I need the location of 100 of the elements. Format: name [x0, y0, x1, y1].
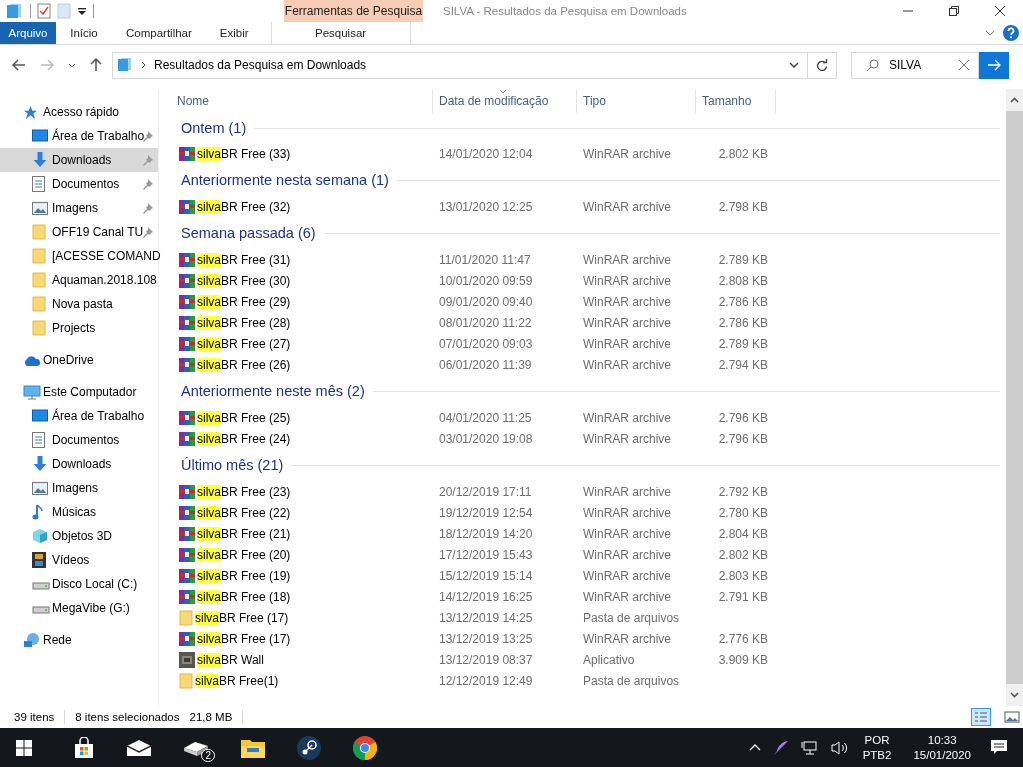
sidebar-item[interactable]: MegaVibe (G:) [0, 596, 158, 620]
keyboard-layout[interactable]: PTB2 [862, 747, 892, 763]
column-header[interactable]: Tamanho [696, 89, 776, 113]
speaker-icon[interactable] [830, 740, 849, 755]
ribbon-tab[interactable]: Exibir [205, 22, 263, 44]
sidebar-item[interactable]: Documentos [0, 428, 158, 452]
sidebar-item[interactable]: Área de Trabalho [0, 124, 158, 148]
ribbon-tab[interactable]: Compartilhar [112, 22, 206, 44]
up-arrow-icon[interactable] [90, 58, 102, 72]
file-name[interactable]: silvaBR Free (19) [197, 568, 291, 583]
group-header[interactable]: Anteriormente neste mês (2) [181, 383, 365, 399]
file-name[interactable]: silvaBR Free (17) [197, 631, 291, 646]
file-name[interactable]: silvaBR Free (29) [197, 294, 291, 309]
pin-icon[interactable] [143, 178, 153, 190]
group-header[interactable]: Semana passada (6) [181, 225, 316, 241]
sidebar-item[interactable]: Vídeos [0, 548, 158, 572]
column-header[interactable]: Nome [159, 89, 433, 113]
folder-icon[interactable] [6, 3, 24, 19]
group-header[interactable]: Anteriormente nesta semana (1) [181, 172, 389, 188]
file-name[interactable]: silvaBR Free (23) [197, 484, 291, 499]
sidebar-item[interactable]: Rede [0, 628, 158, 652]
file-name[interactable]: silvaBR Free (18) [197, 589, 291, 604]
sidebar-item[interactable]: Documentos [0, 172, 158, 196]
file-name[interactable]: silvaBR Free(1) [195, 673, 279, 688]
chevron-down-icon[interactable] [789, 62, 799, 68]
help-icon[interactable] [1003, 25, 1019, 41]
windows-start-icon[interactable] [16, 739, 32, 756]
shopping-bag-icon[interactable] [73, 736, 95, 759]
restore-icon[interactable] [949, 6, 959, 16]
search-field[interactable]: SILVA [851, 51, 979, 79]
file-explorer-icon[interactable] [241, 737, 265, 758]
file-name[interactable]: silvaBR Free (22) [197, 505, 291, 520]
pin-icon[interactable] [143, 130, 153, 142]
file-name[interactable]: silvaBR Free (21) [197, 526, 291, 541]
file-name[interactable]: silvaBR Free (26) [197, 357, 291, 372]
close-icon[interactable] [995, 6, 1005, 16]
notifications-icon[interactable] [991, 740, 1007, 755]
file-name[interactable]: silvaBR Free (17) [195, 610, 289, 625]
mail-icon[interactable] [127, 739, 151, 756]
tray-chevron-icon[interactable] [748, 744, 761, 751]
ribbon-tab[interactable]: Início [56, 22, 112, 44]
scroll-down-icon[interactable] [1010, 692, 1019, 698]
refresh-icon[interactable] [816, 58, 828, 72]
chevron-down-icon[interactable] [985, 30, 995, 36]
sidebar-item[interactable]: Projects [0, 316, 158, 340]
clear-icon[interactable] [959, 60, 969, 70]
file-name[interactable]: silvaBR Free (32) [197, 199, 291, 214]
ribbon-tab[interactable]: Pesquisar [270, 22, 411, 44]
clock-date[interactable]: 15/01/2020 [913, 747, 971, 763]
sidebar-item[interactable]: Disco Local (C:) [0, 572, 158, 596]
group-header[interactable]: Ontem (1) [181, 120, 247, 136]
sidebar-item[interactable]: Aquaman.2018.108 [0, 268, 158, 292]
network-icon[interactable] [800, 740, 819, 755]
file-name[interactable]: silvaBR Free (27) [197, 336, 291, 351]
properties-icon[interactable] [37, 3, 51, 19]
address-bar[interactable]: Resultados da Pesquisa em Downloads [112, 51, 837, 79]
file-name[interactable]: silvaBR Free (30) [197, 273, 291, 288]
sidebar-item[interactable]: Nova pasta [0, 292, 158, 316]
file-tab[interactable]: Arquivo [0, 22, 56, 44]
sidebar-item[interactable]: OneDrive [0, 348, 158, 372]
recent-chevron-icon[interactable] [68, 62, 76, 68]
input-language[interactable]: POR [864, 732, 890, 748]
feather-icon[interactable] [772, 739, 789, 756]
file-name[interactable]: silvaBR Free (28) [197, 315, 291, 330]
file-name[interactable]: silvaBR Free (33) [197, 146, 291, 161]
group-header[interactable]: Último mês (21) [181, 457, 284, 473]
large-icons-view-icon[interactable] [1003, 709, 1021, 725]
pin-icon[interactable] [143, 226, 153, 238]
back-arrow-icon[interactable] [12, 59, 26, 71]
file-name[interactable]: silvaBR Free (31) [197, 252, 291, 267]
column-header[interactable]: Tipo [577, 89, 696, 113]
date-cell-text: 13/12/2019 08:37 [438, 652, 534, 667]
cloud-icon [23, 354, 41, 366]
sidebar-item[interactable]: Imagens [0, 476, 158, 500]
chrome-icon[interactable] [353, 735, 377, 760]
clock-time[interactable]: 10:33 [927, 732, 957, 748]
scrollbar[interactable] [1006, 89, 1023, 706]
sidebar-item[interactable]: Acesso rápido [0, 100, 158, 124]
file-name[interactable]: silvaBR Free (20) [197, 547, 291, 562]
steam-icon[interactable] [297, 735, 321, 760]
pin-icon[interactable] [143, 202, 153, 214]
sidebar-item[interactable]: Este Computador [0, 380, 158, 404]
dropdown-icon[interactable] [77, 6, 87, 16]
sidebar-item[interactable]: [ACESSE COMAND [0, 244, 158, 268]
sidebar-item[interactable]: Downloads [0, 148, 158, 172]
search-go-button[interactable] [979, 51, 1009, 79]
breadcrumb-chevron-icon[interactable] [141, 61, 146, 69]
sidebar-item[interactable]: Objetos 3D [0, 524, 158, 548]
scroll-up-icon[interactable] [1010, 97, 1019, 103]
sidebar-item[interactable]: OFF19 Canal TU [0, 220, 158, 244]
file-name[interactable]: silvaBR Free (25) [197, 410, 291, 425]
sidebar-item[interactable]: Área de Trabalho [0, 404, 158, 428]
column-header[interactable]: Data de modificação [433, 89, 577, 113]
sidebar-item[interactable]: Músicas [0, 500, 158, 524]
type-cell-text: WinRAR archive [582, 410, 673, 425]
sidebar-item[interactable]: Downloads [0, 452, 158, 476]
file-name[interactable]: silvaBR Free (24) [197, 431, 291, 446]
date-cell-text: 20/12/2019 17:11 [438, 484, 533, 499]
file-name[interactable]: silvaBR Wall [197, 652, 264, 667]
sidebar-item[interactable]: Imagens [0, 196, 158, 220]
